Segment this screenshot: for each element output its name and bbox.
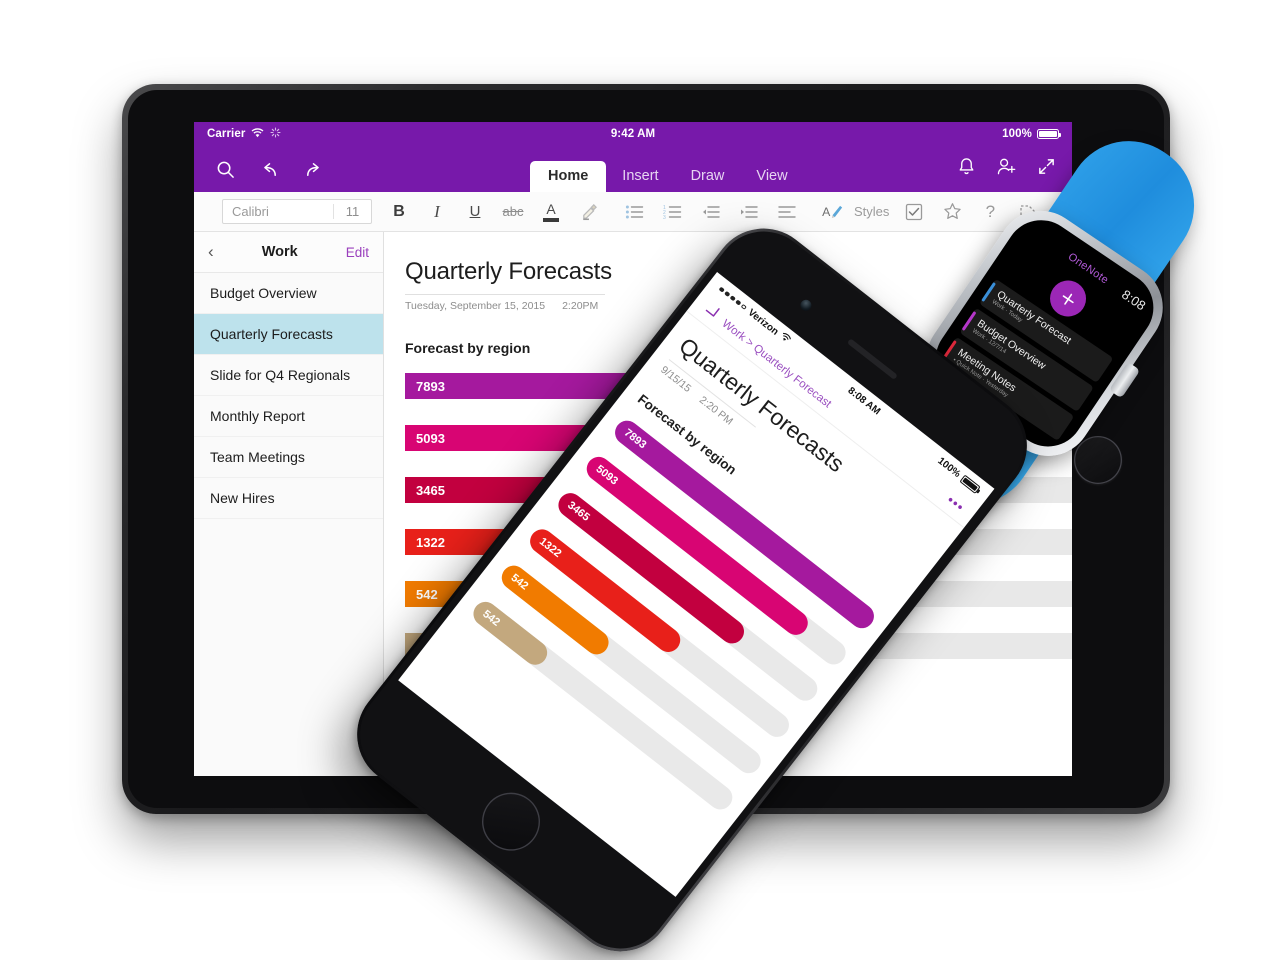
battery-percent: 100% [1002,128,1032,140]
ipad-status-bar: Carrier 9:42 AM 100% [194,122,1072,146]
tab-view[interactable]: View [740,161,803,192]
underline-button[interactable]: U [456,197,494,227]
font-name-input[interactable]: Calibri [223,204,333,219]
phone-page-time: 2:20 PM [696,394,736,428]
sync-icon [270,127,281,141]
checkbox-icon[interactable] [895,197,933,227]
numbered-list-icon[interactable]: 123 [654,197,692,227]
font-color-letter: A [546,200,556,217]
sidebar-item-slide-for-q4-regionals[interactable]: Slide for Q4 Regionals [194,355,383,396]
sidebar-item-new-hires[interactable]: New Hires [194,478,383,519]
phone-battery-icon [959,474,981,494]
undo-icon[interactable] [254,154,284,184]
back-icon[interactable] [699,300,723,324]
sidebar-item-budget-overview[interactable]: Budget Overview [194,273,383,314]
bold-button[interactable]: B [380,197,418,227]
search-icon[interactable] [210,154,240,184]
ribbon-top-bar: Home Insert Draw View [194,146,1072,192]
highlighter-icon[interactable] [570,197,608,227]
formatting-toolbar: Calibri 11 B I U abc A 1 2 3 A Styles ? [194,192,1072,232]
redo-icon[interactable] [298,154,328,184]
edit-button[interactable]: Edit [346,245,369,260]
sidebar-header: ‹ Work Edit [194,232,383,273]
align-left-icon[interactable] [768,197,806,227]
status-right: 100% [1002,128,1062,140]
font-color-button[interactable]: A [532,197,570,227]
page-sidebar: ‹ Work Edit Budget Overview Quarterly Fo… [194,232,384,776]
sidebar-item-quarterly-forecasts[interactable]: Quarterly Forecasts [194,314,383,355]
title-divider [405,294,605,295]
screenshot-stage: Carrier 9:42 AM 100% Home Insert Draw Vi… [0,0,1280,960]
styles-icon[interactable]: A [814,197,852,227]
font-color-swatch [543,217,559,222]
status-left: Carrier [207,127,281,141]
strikethrough-button[interactable]: abc [494,197,532,227]
outdent-icon[interactable] [692,197,730,227]
more-icon[interactable]: ••• [944,492,968,515]
carrier-label: Carrier [207,128,246,140]
sidebar-item-team-meetings[interactable]: Team Meetings [194,437,383,478]
battery-icon [1037,129,1062,139]
tab-insert[interactable]: Insert [606,161,674,192]
tab-draw[interactable]: Draw [675,161,741,192]
wifi-icon [251,127,264,141]
status-time: 9:42 AM [610,128,656,140]
page-date: Tuesday, September 15, 2015 [405,300,546,312]
sidebar-title: Work [261,244,298,260]
svg-text:3: 3 [663,215,666,220]
page-time: 2:20PM [562,300,599,312]
phone-page-date: 9/15/15 [658,363,694,395]
indent-icon[interactable] [730,197,768,227]
font-selector[interactable]: Calibri 11 [222,199,372,224]
font-size-input[interactable]: 11 [333,204,371,219]
styles-label: Styles [854,204,890,219]
italic-button[interactable]: I [418,197,456,227]
svg-text:A: A [822,205,831,219]
bullet-list-icon[interactable] [616,197,654,227]
bell-icon[interactable] [957,157,976,182]
ribbon-tabs: Home Insert Draw View [530,161,804,192]
page-list: Budget Overview Quarterly Forecasts Slid… [194,273,383,776]
sidebar-item-monthly-report[interactable]: Monthly Report [194,396,383,437]
wifi-icon [777,331,793,347]
tab-home[interactable]: Home [530,161,607,192]
